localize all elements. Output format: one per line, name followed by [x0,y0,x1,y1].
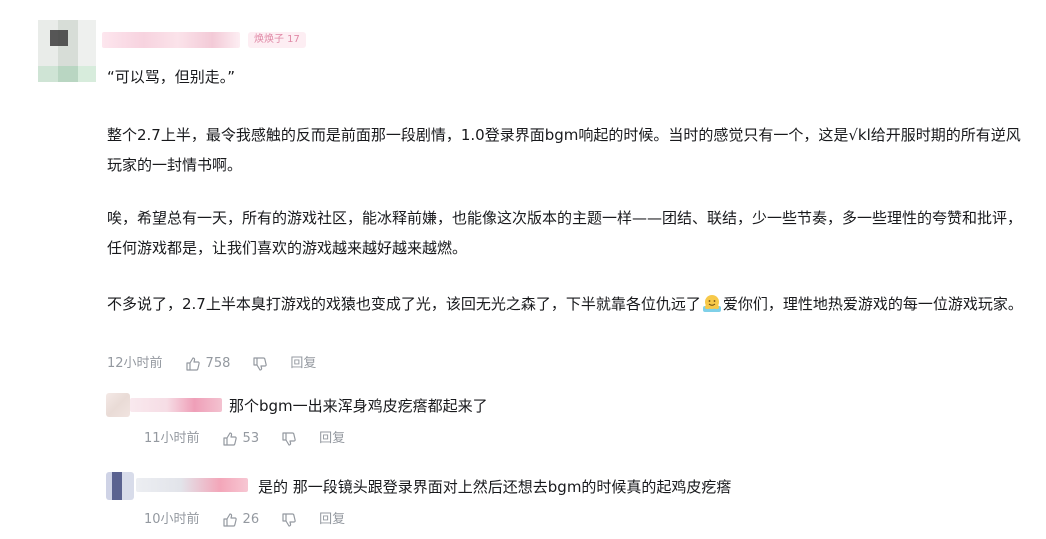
comment-meta: 12小时前 758 回复 [107,354,316,374]
thumbs-down-icon [282,513,296,527]
comment-paragraph-4-start: 不多说了，2.7上半本臭打游戏的戏猿也变成了光，该回无光之森了，下半就靠各位仇远… [107,295,701,313]
like-count: 53 [242,431,260,446]
thumbs-down-icon [253,357,268,371]
reply-text: 那个bgm一出来浑身鸡皮疙瘩都起来了 [229,397,488,415]
dislike-button[interactable] [252,356,268,372]
commenter-avatar[interactable] [38,20,96,82]
reply-avatar[interactable] [106,393,130,417]
reply-username[interactable] [136,478,248,492]
reply-button[interactable]: 回复 [319,429,345,449]
reply-button[interactable]: 回复 [319,510,345,530]
thumbs-down-icon [282,432,296,446]
reply-meta: 10小时前 26 回复 [144,510,345,530]
reply-meta: 11小时前 53 回复 [144,429,345,449]
dislike-button[interactable] [281,431,297,447]
reply-avatar[interactable] [106,472,134,500]
like-button[interactable]: 53 [222,429,260,449]
like-count: 758 [205,356,231,371]
comment-paragraph-4-end: 爱你们，理性地热爱游戏的每一位游戏玩家。 [722,295,1023,313]
thumbs-up-icon [222,513,237,527]
user-level-badge: 焕焕子 17 [248,32,306,48]
comment-time: 12小时前 [107,356,163,371]
comment-paragraph-2: 整个2.7上半，最令我感触的反而是前面那一段剧情，1.0登录界面bgm响起的时候… [107,126,1021,174]
like-count: 26 [242,512,260,527]
comment-paragraph-3: 唉，希望总有一天，所有的游戏社区，能冰释前嫌，也能像这次版本的主题一样——团结、… [107,209,1023,257]
thumbs-up-icon [222,432,237,446]
reply-time: 10小时前 [144,512,200,527]
reply-button[interactable]: 回复 [290,354,316,374]
dislike-button[interactable] [281,512,297,528]
reply-time: 11小时前 [144,431,200,446]
thumbs-up-icon [185,357,200,371]
hug-emoji-icon [702,295,721,312]
comment-paragraph-4: 不多说了，2.7上半本臭打游戏的戏猿也变成了光，该回无光之森了，下半就靠各位仇远… [107,289,1027,319]
like-button[interactable]: 758 [185,354,231,374]
like-button[interactable]: 26 [222,510,260,530]
comment-paragraph-1: “可以骂，但别走。” [107,68,236,86]
commenter-username[interactable] [102,32,240,48]
reply-text: 是的 那一段镜头跟登录界面对上然后还想去bgm的时候真的起鸡皮疙瘩 [258,478,732,496]
reply-username[interactable] [130,398,222,412]
